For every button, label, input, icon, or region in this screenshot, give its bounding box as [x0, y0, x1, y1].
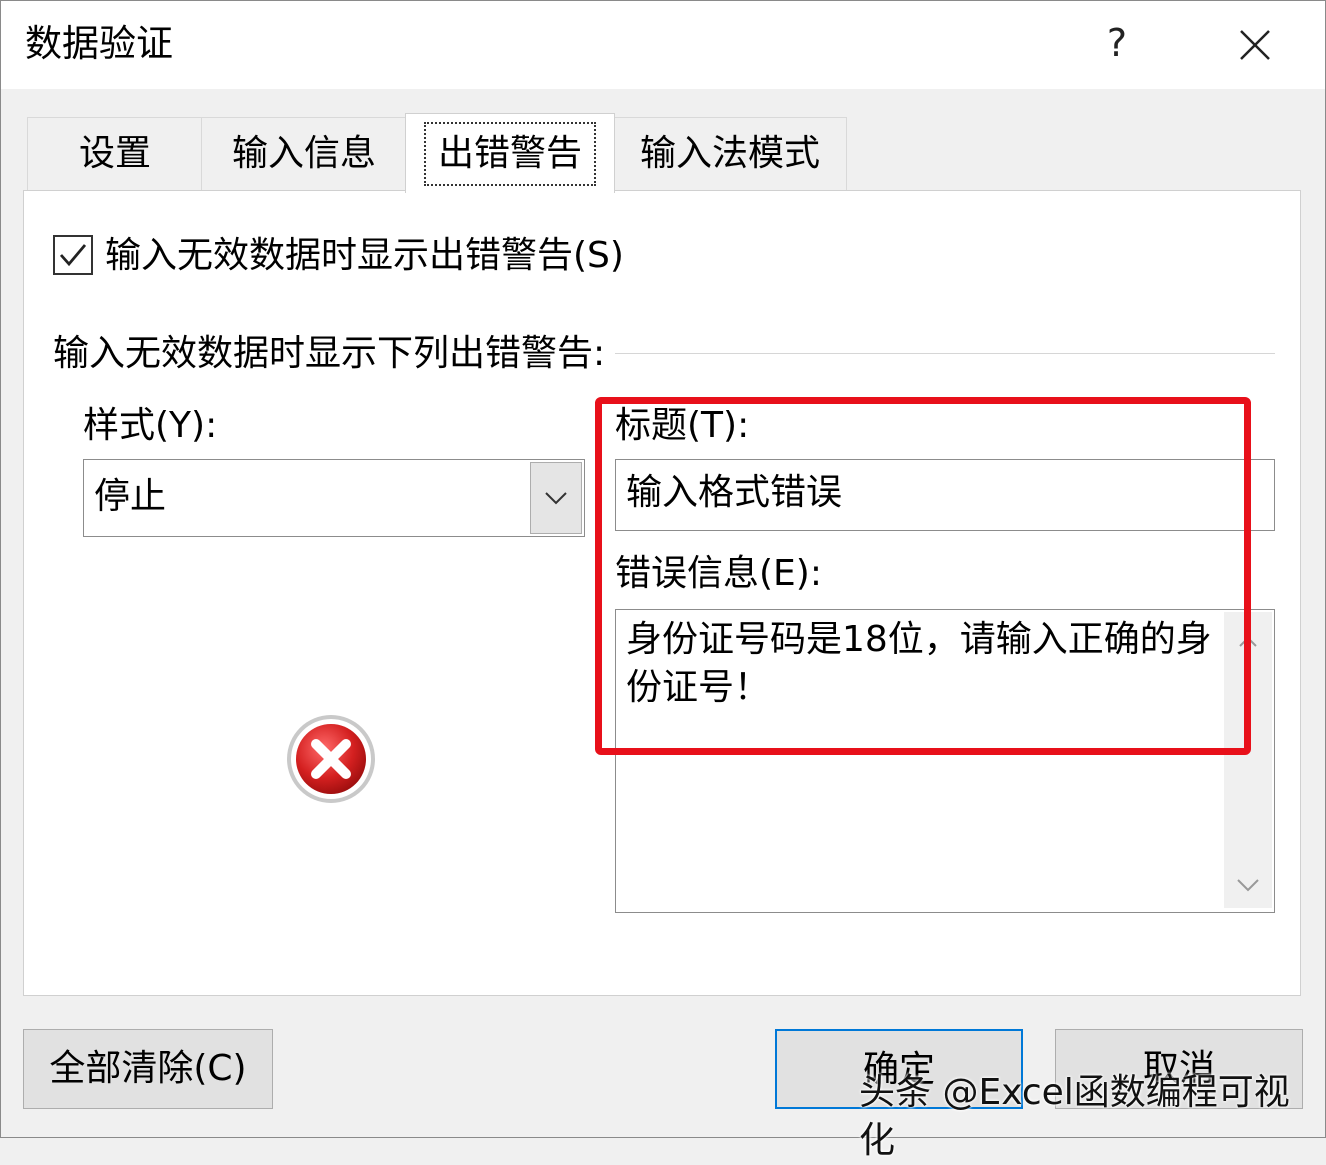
title-label: 标题(T): — [615, 405, 750, 446]
tab-input-message[interactable]: 输入信息 — [201, 117, 407, 191]
scroll-up-button[interactable] — [1224, 622, 1272, 662]
data-validation-dialog: 数据验证 ? 设置 输入信息 出错警告 输入法模式 输入无效数据时显示出错警告(… — [0, 0, 1326, 1161]
error-message-value: 身份证号码是18位，请输入正确的身份证号！ — [626, 619, 1212, 708]
style-label: 样式(Y): — [83, 405, 218, 446]
style-dropdown-button[interactable] — [530, 462, 582, 534]
dialog-title: 数据验证 — [25, 22, 173, 65]
chevron-down-icon — [545, 492, 567, 505]
message-scrollbar[interactable] — [1224, 612, 1272, 908]
group-label: 输入无效数据时显示下列出错警告: — [53, 329, 616, 379]
scroll-down-button[interactable] — [1224, 864, 1272, 904]
style-select[interactable]: 停止 — [83, 459, 585, 537]
error-stop-icon — [283, 711, 379, 807]
checkmark-icon — [59, 244, 87, 267]
tab-ime-mode[interactable]: 输入法模式 — [613, 117, 847, 191]
chevron-up-icon — [1239, 636, 1257, 647]
show-error-alert-checkbox[interactable] — [53, 235, 93, 275]
tab-ime-mode-label: 输入法模式 — [639, 133, 820, 174]
title-input[interactable]: 输入格式错误 — [615, 459, 1275, 531]
close-button[interactable] — [1229, 19, 1281, 71]
message-label: 错误信息(E): — [615, 553, 822, 594]
watermark: 头条 @Excel函数编程可视化 — [859, 1072, 1290, 1161]
show-error-alert-label[interactable]: 输入无效数据时显示出错警告(S) — [105, 231, 624, 281]
title-bar: 数据验证 ? — [1, 1, 1325, 89]
help-button[interactable]: ? — [1091, 15, 1143, 71]
tab-input-message-label: 输入信息 — [231, 133, 376, 174]
group-divider — [611, 353, 1275, 354]
tab-settings[interactable]: 设置 — [27, 117, 203, 191]
error-message-textarea[interactable]: 身份证号码是18位，请输入正确的身份证号！ — [615, 609, 1275, 913]
tab-error-alert[interactable]: 出错警告 — [405, 113, 615, 193]
clear-all-button[interactable]: 全部清除(C) — [23, 1029, 273, 1109]
chevron-down-icon — [1237, 879, 1259, 892]
title-input-value: 输入格式错误 — [626, 472, 843, 513]
style-select-value: 停止 — [94, 476, 167, 517]
tab-settings-label: 设置 — [78, 133, 151, 174]
tab-error-alert-label: 出错警告 — [423, 122, 596, 186]
close-icon — [1240, 30, 1270, 60]
